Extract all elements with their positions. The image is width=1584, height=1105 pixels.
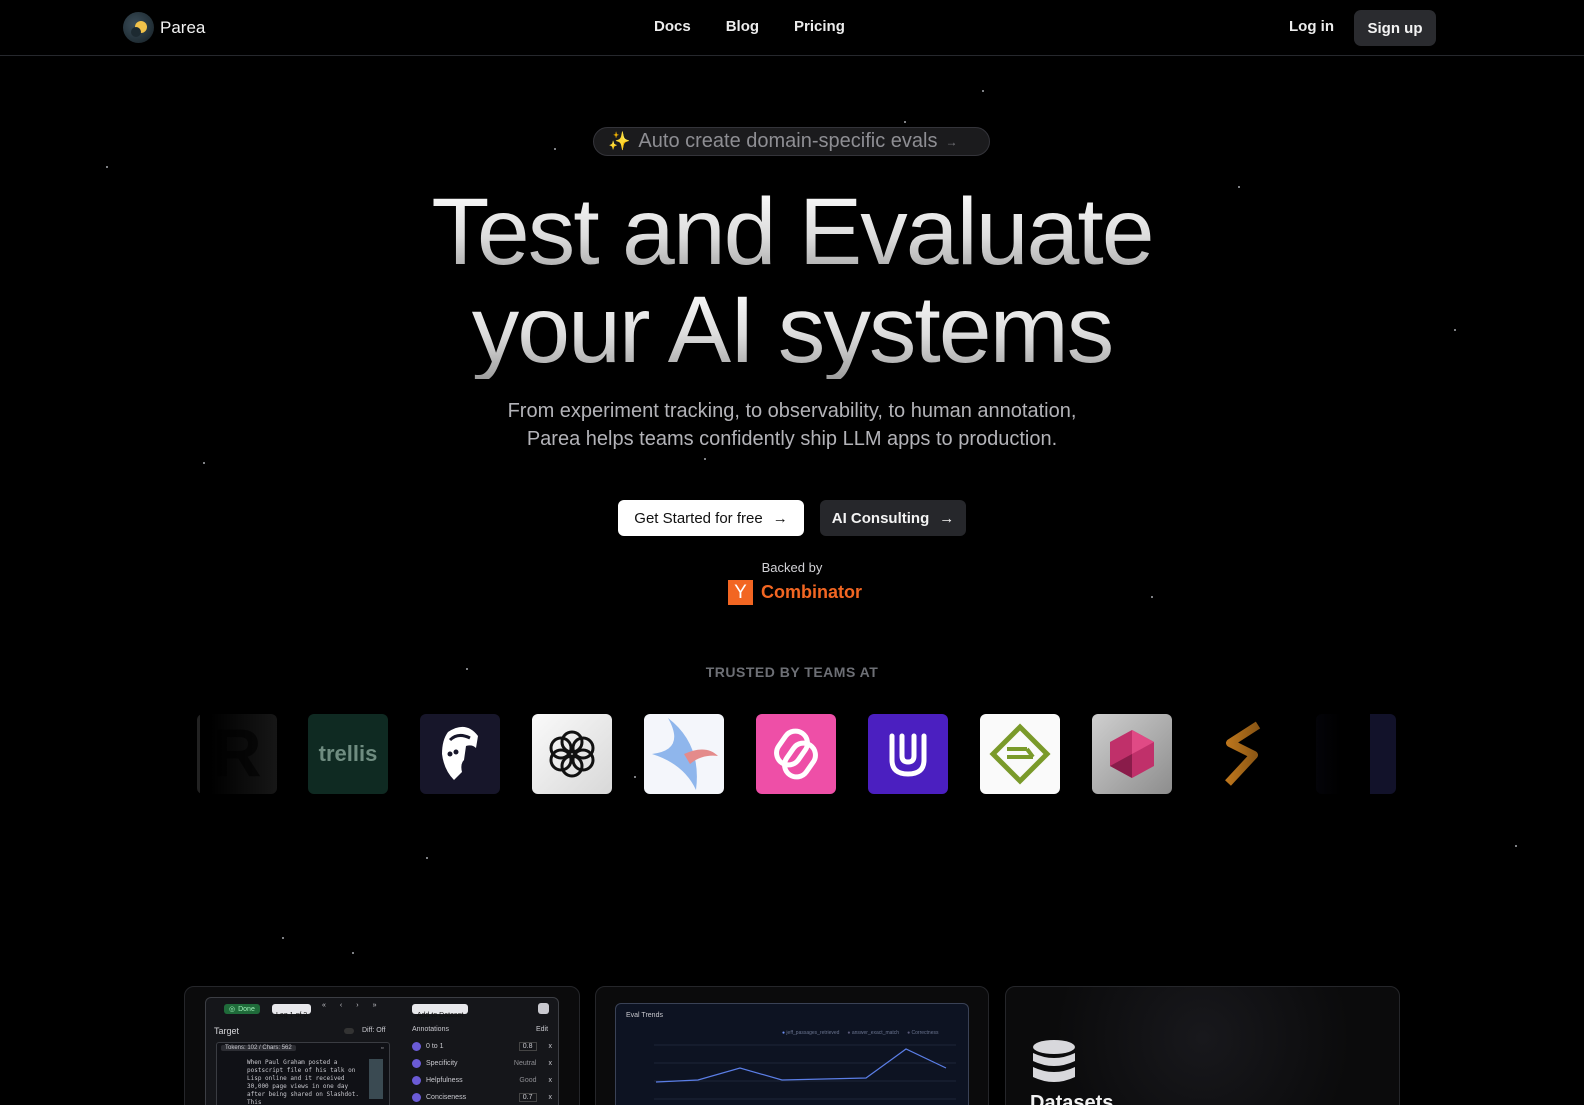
brand-name: Parea [160, 17, 206, 37]
log-pager: Log 1 of 2 [272, 1004, 312, 1019]
y-combinator-badge[interactable]: Y Combinator [728, 580, 862, 605]
ai-consulting-label: AI Consulting [831, 509, 930, 527]
tokens-label: Tokens: 102 / Chars: 562 [221, 1045, 296, 1051]
annotation-value: 0.8 [518, 1042, 537, 1051]
annotation-label: 0 to 1 [426, 1043, 444, 1050]
target-label: Target [214, 1026, 240, 1036]
hero-title-line-1: Test and Evaluate [0, 183, 1584, 281]
y-combinator-text: Combinator [761, 582, 862, 602]
customer-logo-wave-icon [644, 714, 724, 794]
next-page-icon: › [356, 1002, 359, 1009]
eval-trends-screenshot: Eval Trends ● jeff_passages_retrieved ● … [615, 1003, 969, 1105]
add-to-dataset-text: Add to Dataset [417, 1012, 464, 1019]
logo-strip-fade-right [1220, 714, 1370, 794]
annotation-dot-icon [412, 1042, 421, 1051]
announcement-pill[interactable]: ✨ Auto create domain-specific evals → [593, 127, 990, 156]
announcement-text: Auto create domain-specific evals [638, 130, 938, 152]
remove-icon: x [548, 1094, 553, 1101]
prev-page-icon: ‹ [339, 1002, 343, 1009]
annotation-label: Conciseness [426, 1094, 467, 1101]
pager-arrows: « ‹ › » [322, 1002, 377, 1009]
nav-link-blog[interactable]: Blog [726, 18, 759, 35]
annotation-list: 0 to 1 0.8 x Specificity Neutral x Helpf… [412, 1038, 552, 1105]
annotation-dot-icon [412, 1093, 421, 1102]
annotation-label: Specificity [426, 1060, 458, 1067]
arrow-right-icon: → [772, 509, 788, 527]
annotation-row: 0 to 1 0.8 x [412, 1038, 552, 1055]
trusted-by-heading: TRUSTED BY TEAMS AT [705, 664, 879, 680]
backed-by-label: Backed by [761, 560, 823, 575]
settings-icon [538, 1003, 549, 1014]
customer-logo-u-icon [868, 714, 948, 794]
last-page-icon: » [372, 1002, 377, 1009]
annotation-dot-icon [412, 1059, 421, 1068]
remove-icon: x [548, 1060, 553, 1067]
feature-card-datasets[interactable]: Datasets [1005, 986, 1400, 1105]
sparkles-icon: ✨ [608, 131, 631, 151]
first-page-icon: « [322, 1002, 326, 1009]
hero-subtitle-line-2: Parea helps teams confidently ship LLM a… [526, 428, 1058, 450]
ai-consulting-button[interactable]: AI Consulting → [820, 500, 966, 536]
annotation-label: Helpfulness [426, 1077, 463, 1084]
annotation-row: Helpfulness Good x [412, 1072, 552, 1089]
database-icon [1033, 1040, 1075, 1082]
check-icon: ◎ [229, 1006, 236, 1013]
copy-icon: ▫ [381, 1045, 384, 1052]
star-field [0, 0, 1584, 1105]
target-text-panel: Tokens: 102 / Chars: 562 ▫ When Paul Gra… [216, 1042, 390, 1105]
diff-label: Diff: Off [362, 1027, 386, 1034]
nav-links: Docs Blog Pricing [654, 18, 845, 35]
signup-button[interactable]: Sign up [1354, 10, 1436, 46]
annotation-value: 0.7 [518, 1093, 537, 1102]
annotation-screenshot: ◎ Done Log 1 of 2 « ‹ › » Add to Dataset… [205, 997, 559, 1105]
status-text: Done [238, 1005, 255, 1013]
get-started-button[interactable]: Get Started for free → [618, 500, 804, 536]
datasets-title: Datasets [1030, 1092, 1114, 1105]
hero-subtitle: From experiment tracking, to observabili… [0, 397, 1584, 453]
login-link[interactable]: Log in [1289, 18, 1334, 35]
customer-logo-strip: R trellis [0, 714, 1584, 794]
customer-logo-face-icon [420, 714, 500, 794]
annotation-value: Neutral [513, 1060, 537, 1067]
trellis-logo-text: trellis [318, 741, 378, 766]
get-started-label: Get Started for free [634, 509, 763, 527]
logo-strip-fade-left [200, 714, 310, 794]
annotations-label: Annotations [412, 1026, 449, 1033]
target-snippet: When Paul Graham posted a postscript fil… [247, 1059, 359, 1105]
hero-title-line-2: your AI systems [0, 281, 1584, 379]
customer-logo-trellis: trellis [308, 714, 388, 794]
log-pager-text: Log 1 of 2 [276, 1012, 308, 1019]
customer-logo-diamond-icon [980, 714, 1060, 794]
minimap [369, 1059, 383, 1099]
brand-home-link[interactable]: Parea [123, 12, 205, 43]
edit-label: Edit [536, 1026, 549, 1033]
customer-logo-loop-icon [756, 714, 836, 794]
remove-icon: x [548, 1077, 553, 1084]
hero-subtitle-line-1: From experiment tracking, to observabili… [507, 400, 1077, 422]
arrow-right-icon: → [945, 134, 958, 149]
feature-card-eval-trends[interactable]: Eval Trends ● jeff_passages_retrieved ● … [595, 986, 989, 1105]
nav-link-pricing[interactable]: Pricing [794, 18, 845, 35]
annotation-row: Conciseness 0.7 x [412, 1089, 552, 1105]
top-navbar: Parea Docs Blog Pricing Log in Sign up [0, 0, 1584, 56]
annotation-row: Specificity Neutral x [412, 1055, 552, 1072]
arrow-right-icon: → [939, 509, 955, 527]
remove-icon: x [548, 1043, 553, 1050]
feature-card-annotation[interactable]: ◎ Done Log 1 of 2 « ‹ › » Add to Dataset… [184, 986, 580, 1105]
status-badge: ◎ Done [224, 1004, 260, 1014]
annotation-value: Good [519, 1077, 537, 1084]
parea-logo-icon [123, 12, 154, 43]
eval-trends-line [654, 1044, 956, 1100]
customer-logo-hexagon-icon [1092, 714, 1172, 794]
diff-toggle [344, 1028, 354, 1034]
annotation-dot-icon [412, 1076, 421, 1085]
y-combinator-logo-icon: Y [728, 580, 753, 605]
nav-link-docs[interactable]: Docs [654, 18, 691, 35]
customer-logo-openai-icon [532, 714, 612, 794]
add-to-dataset-chip: Add to Dataset [412, 1004, 469, 1019]
